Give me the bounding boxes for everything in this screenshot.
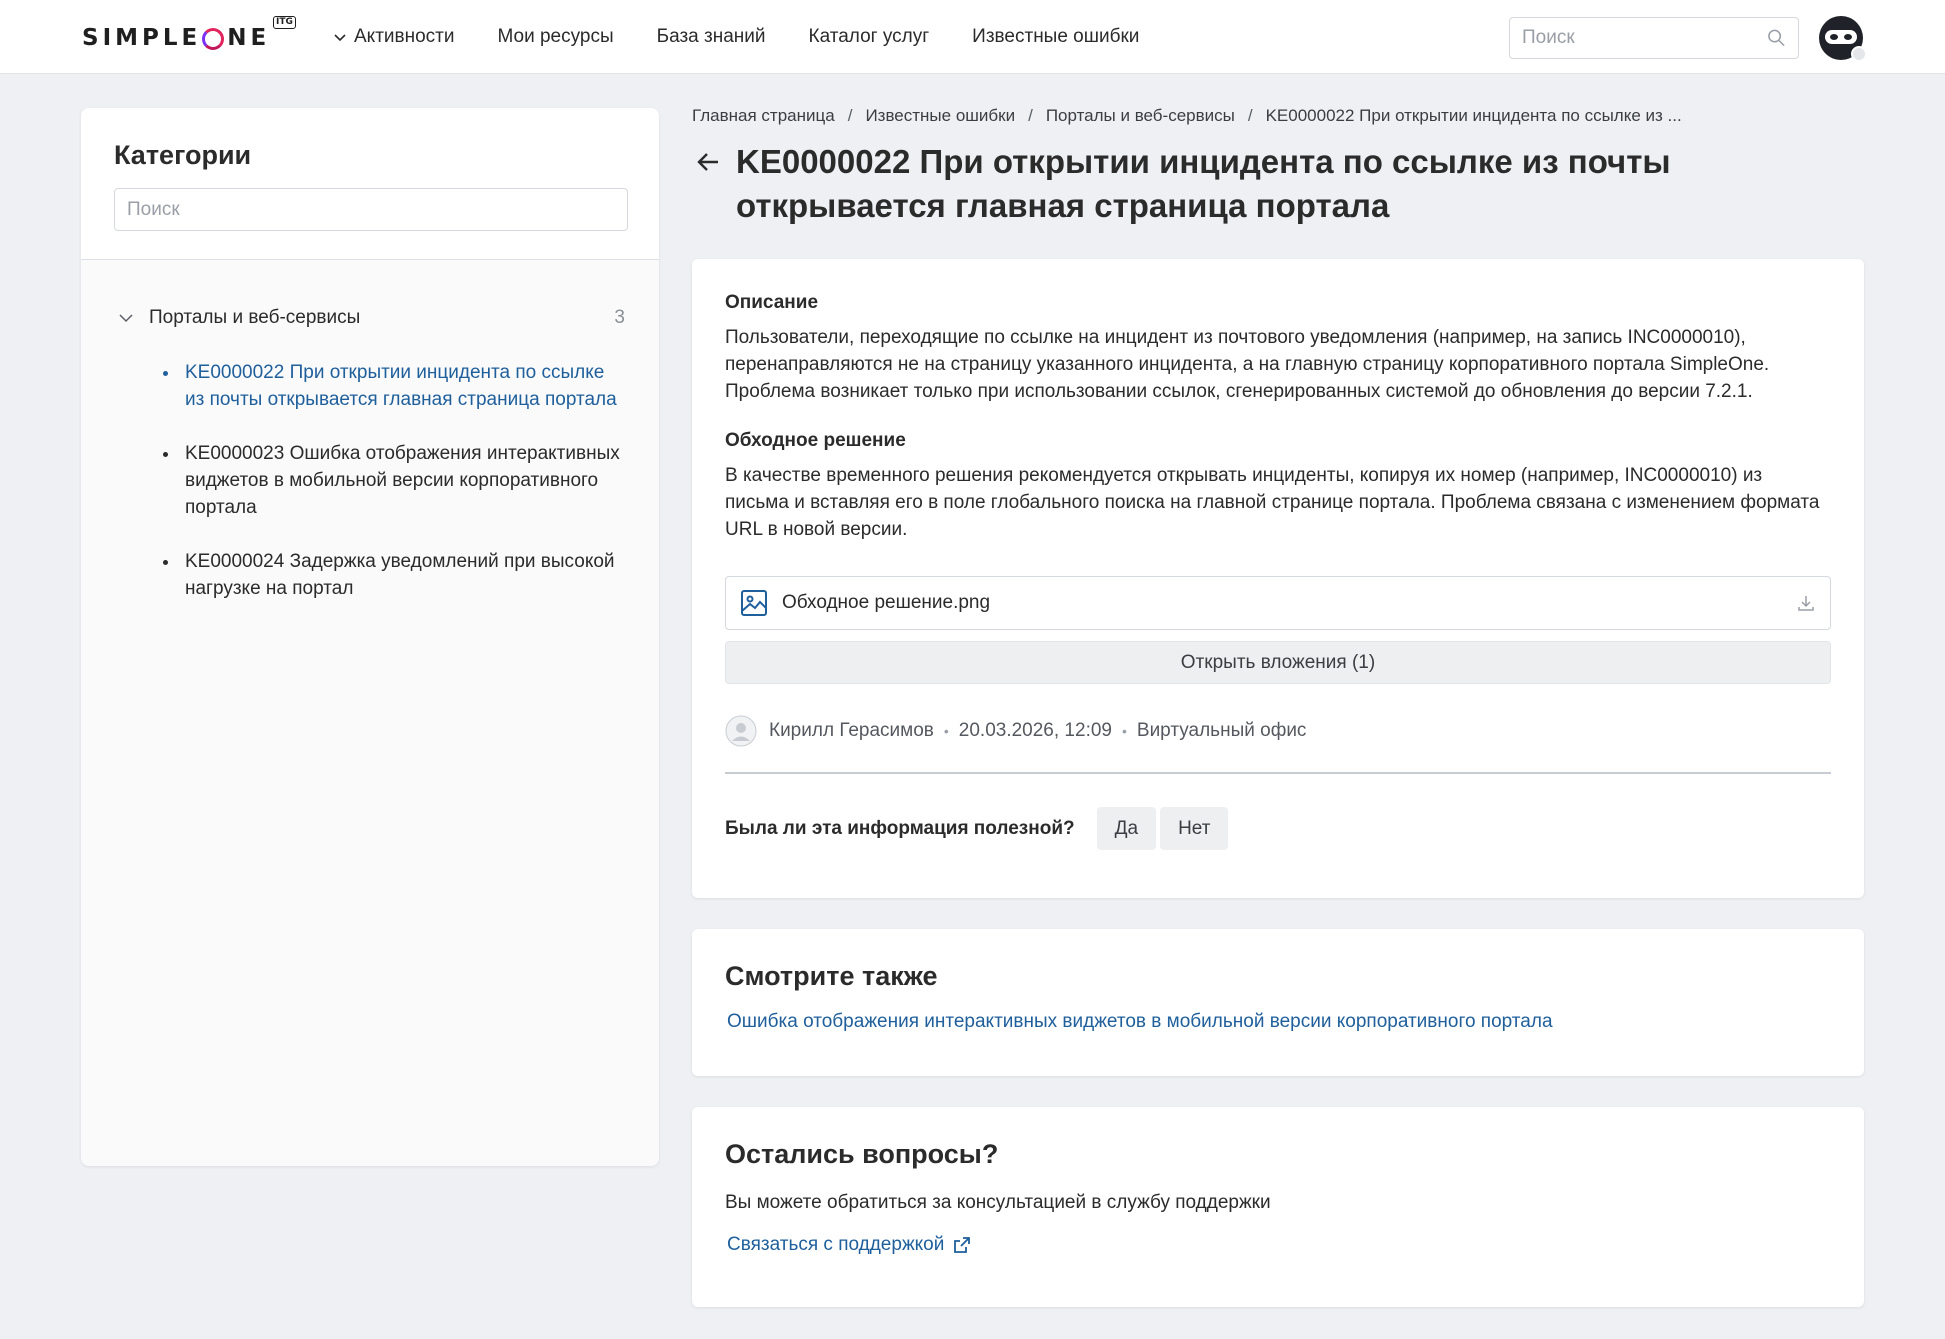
see-also-heading: Смотрите также	[725, 961, 938, 991]
download-icon[interactable]	[1796, 593, 1816, 613]
logo-badge: ITG	[273, 16, 296, 29]
feedback-no-button[interactable]: Нет	[1160, 807, 1229, 850]
nav-item-label: Активности	[354, 26, 455, 47]
breadcrumb-home[interactable]: Главная страница	[692, 106, 835, 126]
see-also-link[interactable]: Ошибка отображения интерактивных виджето…	[725, 1011, 1831, 1033]
article-meta: Кирилл Герасимов • 20.03.2026, 12:09 • В…	[725, 714, 1831, 748]
global-search-input[interactable]	[1522, 27, 1767, 49]
breadcrumb-current: KE0000022 При открытии инцидента по ссыл…	[1265, 106, 1682, 125]
breadcrumb-separator: /	[1247, 106, 1253, 125]
breadcrumb-separator: /	[1028, 106, 1033, 125]
article-card: Описание Пользователи, переходящие по сс…	[692, 259, 1864, 898]
description-text: Пользователи, переходящие по ссылке на и…	[725, 327, 1770, 402]
category-count: 3	[614, 307, 625, 328]
attachment-item[interactable]: Обходное решение.png	[725, 576, 1831, 630]
meta-separator: •	[943, 723, 949, 739]
list-item-ke0000023[interactable]: KE0000023 Ошибка отображения интерактивн…	[161, 440, 621, 521]
nav-item-label: Каталог услуг	[808, 26, 930, 47]
external-link-icon	[954, 1237, 971, 1253]
open-attachments-button[interactable]: Открыть вложения (1)	[725, 641, 1831, 684]
list-item-ke0000022[interactable]: KE0000022 При открытии инцидента по ссыл…	[161, 359, 621, 413]
nav-item-known-errors[interactable]: Известные ошибки	[972, 22, 1139, 52]
nav-item-service-catalog[interactable]: Каталог услуг	[809, 22, 930, 52]
description-heading: Описание	[725, 292, 819, 313]
nav-item-my-resources[interactable]: Мои ресурсы	[497, 22, 613, 52]
user-avatar-icon	[725, 715, 757, 747]
nav-item-label: Мои ресурсы	[497, 26, 614, 47]
sidebar-title: Категории	[114, 140, 252, 170]
feedback-question: Была ли эта информация полезной?	[725, 817, 1075, 839]
category-label: Порталы и веб-сервисы	[149, 307, 361, 328]
breadcrumb-separator: /	[847, 106, 853, 125]
feedback-row: Была ли эта информация полезной? Да Нет	[725, 807, 1831, 850]
chevron-down-icon	[334, 34, 346, 42]
feedback-yes-button[interactable]: Да	[1096, 807, 1157, 850]
author-name: Кирилл Герасимов	[769, 720, 934, 741]
questions-text: Вы можете обратиться за консультацией в …	[725, 1192, 1271, 1213]
nav-item-activities[interactable]: Активности	[332, 22, 454, 52]
nav-item-label: Известные ошибки	[972, 26, 1140, 47]
category-search-input[interactable]	[127, 198, 615, 221]
questions-card: Остались вопросы? Вы можете обратиться з…	[692, 1107, 1864, 1307]
search-icon[interactable]	[1767, 28, 1786, 48]
sidebar-header: Категории	[81, 108, 659, 260]
global-search	[1509, 17, 1799, 59]
divider	[725, 772, 1831, 774]
image-icon	[741, 590, 767, 616]
avatar-status-badge	[1851, 46, 1867, 62]
chevron-down-icon[interactable]	[117, 309, 135, 327]
questions-heading: Остались вопросы?	[725, 1139, 999, 1169]
article-date: 20.03.2026, 12:09	[958, 720, 1112, 741]
main-nav: Активности Мои ресурсы База знаний Катал…	[332, 22, 1182, 52]
meta-separator: •	[1121, 723, 1127, 739]
workaround-heading: Обходное решение	[725, 430, 906, 451]
nav-item-label: База знаний	[656, 26, 766, 47]
nav-item-knowledge-base[interactable]: База знаний	[657, 22, 766, 52]
workaround-text: В качестве временного решения рекомендуе…	[725, 465, 1820, 540]
page-title: KE0000022 При открытии инцидента по ссыл…	[736, 143, 1671, 224]
simpleone-logo[interactable]: SIMPLE NE ITG	[82, 16, 296, 51]
logo-ring-icon	[202, 28, 225, 50]
contact-support-link[interactable]: Связаться с поддержкой	[725, 1234, 1831, 1256]
arrow-left-icon[interactable]	[694, 148, 722, 176]
breadcrumb-category[interactable]: Порталы и веб-сервисы	[1046, 106, 1235, 126]
top-navigation-bar: SIMPLE NE ITG Активности Мои ресурсы База…	[0, 0, 1945, 74]
known-errors-list: KE0000022 При открытии инцидента по ссыл…	[161, 359, 621, 629]
list-item-ke0000024[interactable]: KE0000024 Задержка уведомлений при высок…	[161, 548, 621, 602]
categories-sidebar: Категории Порталы и веб-сервисы 3 KE0000…	[81, 108, 659, 1166]
attachment-name: Обходное решение.png	[782, 592, 991, 613]
see-also-card: Смотрите также Ошибка отображения интера…	[692, 929, 1864, 1076]
article-location: Виртуальный офис	[1136, 720, 1307, 741]
breadcrumb: Главная страница / Известные ошибки / По…	[692, 106, 1682, 126]
contact-support-label: Связаться с поддержкой	[727, 1234, 945, 1255]
category-portals[interactable]: Порталы и веб-сервисы 3	[117, 304, 625, 332]
breadcrumb-known-errors[interactable]: Известные ошибки	[865, 106, 1015, 126]
category-search	[114, 188, 628, 231]
